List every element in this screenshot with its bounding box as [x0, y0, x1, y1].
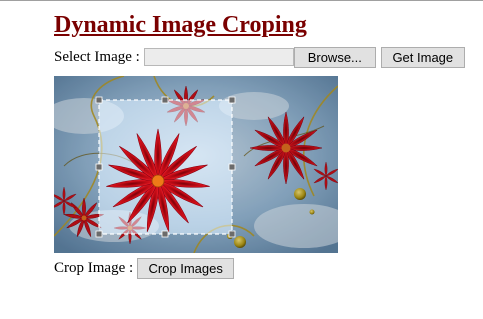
crop-images-button[interactable]: Crop Images: [137, 257, 235, 279]
select-image-label: Select Image :: [54, 49, 140, 65]
file-path-input[interactable]: [143, 48, 294, 66]
browse-button[interactable]: Browse...: [293, 46, 376, 68]
top-divider: [0, 0, 483, 1]
crop-image-row: Crop Image : Crop Images: [54, 257, 235, 279]
image-crop-area[interactable]: [54, 76, 338, 253]
page-title: Dynamic Image Croping: [54, 12, 307, 38]
get-image-button[interactable]: Get Image: [380, 46, 465, 68]
select-image-row: Select Image : Browse... Get Image: [54, 46, 465, 68]
flower-image: [54, 76, 338, 253]
crop-image-label: Crop Image :: [54, 260, 134, 276]
